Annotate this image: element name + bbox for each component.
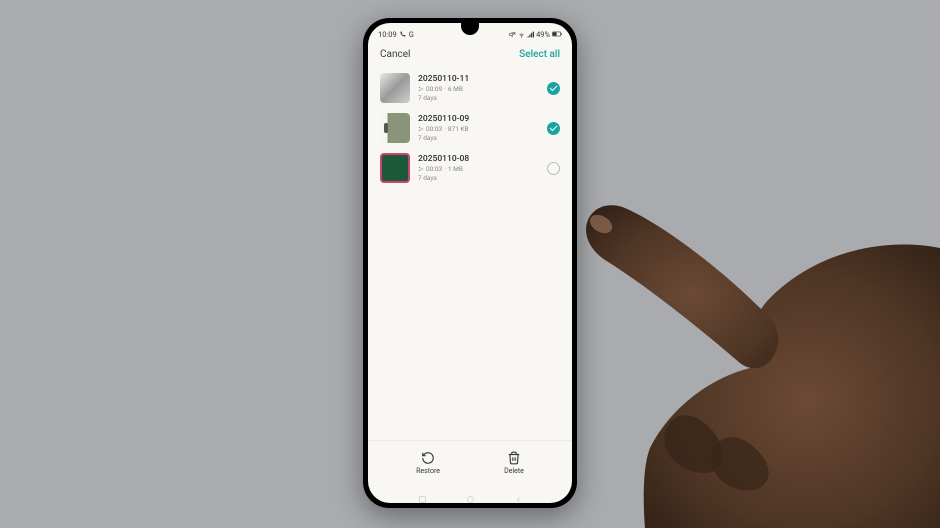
item-days: 7 days <box>418 94 539 102</box>
item-title: 20250110-08 <box>418 154 539 164</box>
battery-icon <box>552 31 562 37</box>
checkbox-checked[interactable] <box>547 82 560 95</box>
trash-icon <box>507 451 521 465</box>
item-info: 20250110-11 00:09 · 6 MB 7 days <box>418 74 539 102</box>
status-time: 10:09 <box>378 30 397 39</box>
recent-apps-icon[interactable] <box>418 489 427 498</box>
item-duration: 00:03 <box>426 165 442 173</box>
item-duration: 00:03 <box>426 125 442 133</box>
delete-label: Delete <box>504 467 524 475</box>
back-icon[interactable] <box>514 489 523 498</box>
list-item[interactable]: 20250110-11 00:09 · 6 MB 7 days <box>368 68 572 108</box>
list-item[interactable]: 20250110-09 00:03 · 871 KB 7 days <box>368 108 572 148</box>
item-days: 7 days <box>418 174 539 182</box>
wifi-icon <box>518 31 525 38</box>
item-size: 1 MB <box>448 165 463 173</box>
list-item[interactable]: 20250110-08 00:03 · 1 MB 7 days <box>368 148 572 188</box>
cancel-button[interactable]: Cancel <box>380 49 410 60</box>
clip-icon <box>418 86 424 92</box>
clip-icon <box>418 126 424 132</box>
item-days: 7 days <box>418 134 539 142</box>
status-carrier: G <box>409 30 414 39</box>
bottom-bar: Restore Delete <box>368 440 572 487</box>
header: Cancel Select all <box>368 43 572 68</box>
phone-icon <box>400 31 406 37</box>
recording-list: 20250110-11 00:09 · 6 MB 7 days 20250110… <box>368 68 572 440</box>
thumbnail <box>380 113 410 143</box>
item-size: 871 KB <box>448 125 469 133</box>
thumbnail <box>380 73 410 103</box>
item-info: 20250110-09 00:03 · 871 KB 7 days <box>418 114 539 142</box>
restore-button[interactable]: Restore <box>416 451 440 475</box>
screen: 10:09 G 49% Cancel Select all 20250110-1… <box>368 23 572 503</box>
phone-frame: 10:09 G 49% Cancel Select all 20250110-1… <box>363 18 577 508</box>
mute-icon <box>509 31 516 38</box>
thumbnail <box>380 153 410 183</box>
status-battery: 49% <box>536 30 550 39</box>
item-meta: 00:09 · 6 MB <box>418 85 539 93</box>
home-icon[interactable] <box>466 489 475 498</box>
item-info: 20250110-08 00:03 · 1 MB 7 days <box>418 154 539 182</box>
item-meta: 00:03 · 1 MB <box>418 165 539 173</box>
signal-icon <box>527 31 534 38</box>
item-size: 6 MB <box>448 85 463 93</box>
android-nav-bar <box>368 487 572 503</box>
checkbox-unchecked[interactable] <box>547 162 560 175</box>
restore-label: Restore <box>416 467 440 475</box>
delete-button[interactable]: Delete <box>504 451 524 475</box>
item-duration: 00:09 <box>426 85 442 93</box>
checkbox-checked[interactable] <box>547 122 560 135</box>
item-title: 20250110-11 <box>418 74 539 84</box>
item-title: 20250110-09 <box>418 114 539 124</box>
clip-icon <box>418 166 424 172</box>
select-all-button[interactable]: Select all <box>519 49 560 60</box>
restore-icon <box>421 451 435 465</box>
item-meta: 00:03 · 871 KB <box>418 125 539 133</box>
